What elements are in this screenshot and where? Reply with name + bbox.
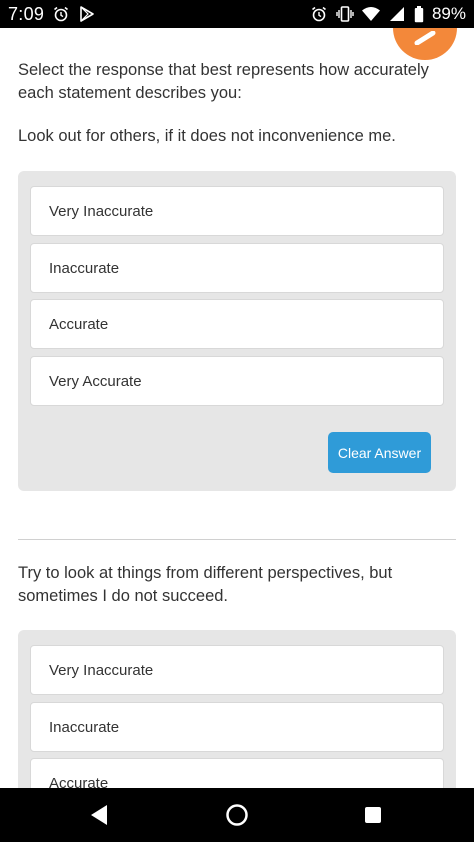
alarm-icon	[310, 5, 328, 23]
play-store-icon	[78, 5, 96, 23]
recents-icon[interactable]	[360, 802, 386, 828]
option-accurate[interactable]: Accurate	[30, 758, 444, 788]
battery-percentage: 89%	[431, 4, 466, 23]
option-very-inaccurate[interactable]: Very Inaccurate	[30, 645, 444, 695]
status-bar: 7:09 89%	[0, 0, 474, 28]
system-nav-bar	[0, 788, 474, 842]
status-right: 89%	[310, 4, 466, 24]
edit-fab-button[interactable]	[393, 28, 457, 60]
wifi-icon	[361, 5, 380, 23]
question-statement: Try to look at things from different per…	[18, 564, 393, 605]
signal-icon	[388, 5, 406, 23]
battery-icon	[414, 5, 424, 23]
question-statement: Look out for others, if it does not inco…	[18, 127, 396, 145]
option-accurate[interactable]: Accurate	[30, 299, 444, 349]
status-time: 7:09	[8, 3, 45, 24]
option-inaccurate[interactable]: Inaccurate	[30, 243, 444, 293]
option-very-inaccurate[interactable]: Very Inaccurate	[30, 186, 444, 236]
clear-answer-button[interactable]: Clear Answer	[328, 432, 431, 473]
option-inaccurate[interactable]: Inaccurate	[30, 702, 444, 752]
answer-options-panel: Very Inaccurate Inaccurate Accurate Very…	[18, 171, 456, 491]
status-left: 7:09	[8, 4, 96, 25]
home-icon[interactable]	[224, 802, 250, 828]
vibrate-icon	[336, 5, 354, 23]
option-very-accurate[interactable]: Very Accurate	[30, 356, 444, 406]
pencil-icon	[413, 30, 437, 50]
alarm-icon	[52, 5, 70, 23]
back-icon[interactable]	[86, 802, 112, 828]
survey-content[interactable]: Select the response that best represents…	[0, 28, 474, 788]
answer-options-panel: Very Inaccurate Inaccurate Accurate	[18, 630, 456, 788]
survey-instructions: Select the response that best represents…	[18, 61, 429, 102]
question-divider	[18, 539, 456, 540]
